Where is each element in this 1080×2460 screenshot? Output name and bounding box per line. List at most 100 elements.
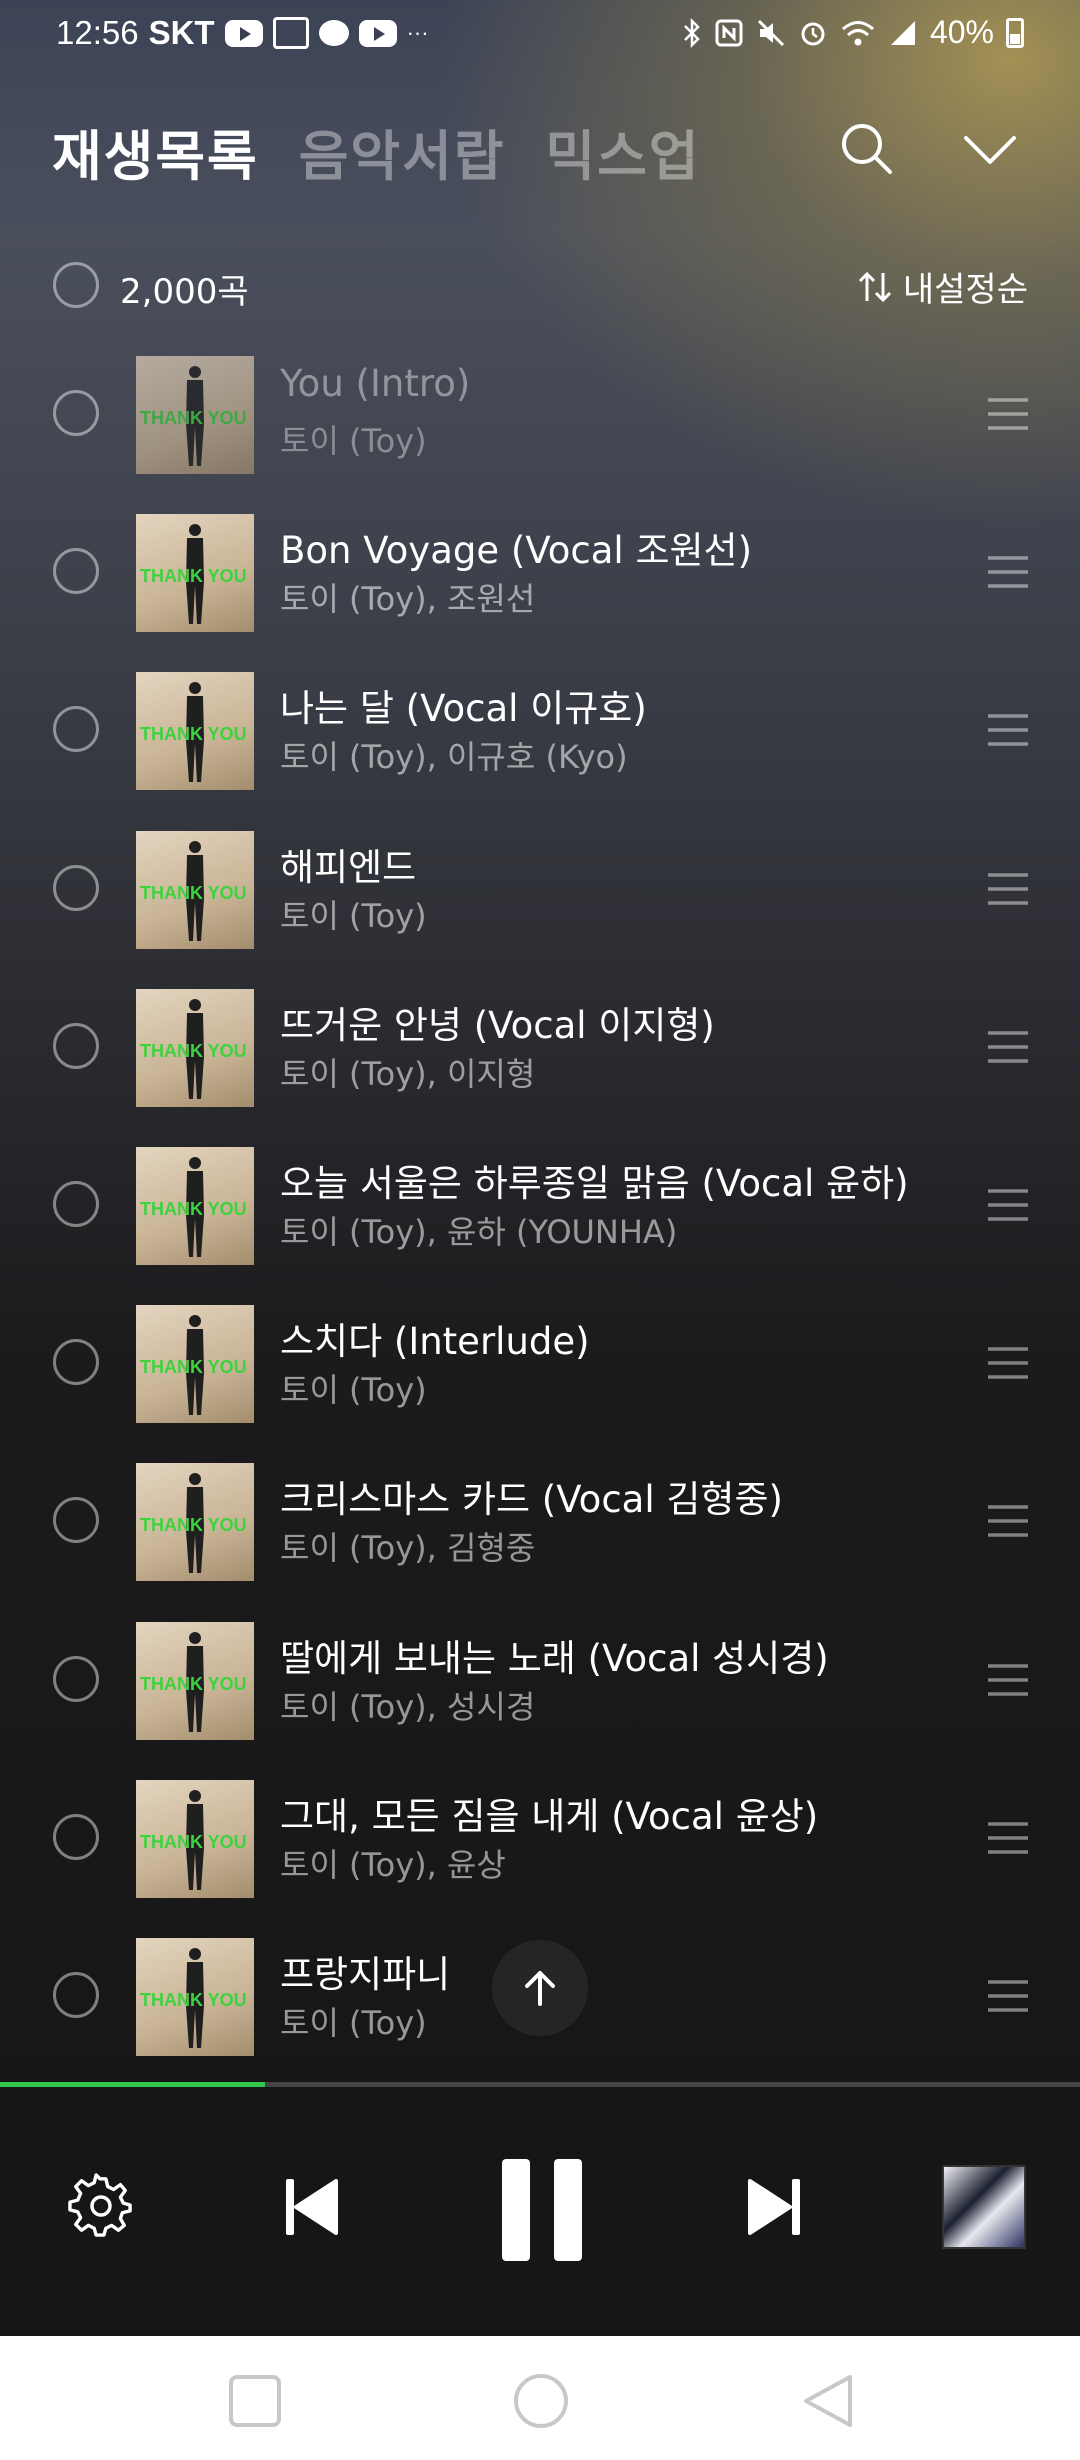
drag-handle-icon[interactable]: [986, 1345, 1030, 1381]
header-tabs: 재생목록 음악서랍 믹스업: [52, 112, 701, 191]
drag-handle-icon[interactable]: [986, 396, 1030, 432]
select-all-checkbox[interactable]: [53, 262, 99, 308]
track-row[interactable]: THANK YOU 크리스마스 카드 (Vocal 김형중) 토이 (Toy), 김…: [0, 1441, 1080, 1599]
bluetooth-icon: [684, 17, 700, 48]
nfc-icon: [715, 19, 743, 46]
scroll-top-button[interactable]: [492, 1940, 588, 2036]
youtube-icon: [224, 19, 263, 47]
album-art-text: THANK YOU: [140, 1040, 247, 1061]
chevron-down-icon[interactable]: [960, 126, 1020, 174]
status-carrier: SKT: [148, 14, 215, 51]
track-row[interactable]: THANK YOU 뜨거운 안녕 (Vocal 이지형) 토이 (Toy), 이지형: [0, 967, 1080, 1125]
track-row[interactable]: THANK YOU Bon Voyage (Vocal 조원선) 토이 (Toy),…: [0, 492, 1080, 650]
track-artist: 토이 (Toy), 윤상: [280, 1845, 506, 1884]
vpn-icon: [272, 17, 309, 49]
album-art-text: THANK YOU: [140, 1831, 247, 1852]
search-icon[interactable]: [836, 118, 896, 178]
drag-handle-icon[interactable]: [986, 1978, 1030, 2014]
signal-icon: [890, 20, 915, 45]
track-artist: 토이 (Toy), 이지형: [280, 1054, 536, 1093]
track-artist: 토이 (Toy): [280, 422, 427, 460]
track-title: 그대, 모든 짐을 내게 (Vocal 윤상): [280, 1794, 819, 1838]
now-playing-album-art[interactable]: [942, 2165, 1026, 2249]
album-art: THANK YOU: [136, 514, 254, 633]
track-row[interactable]: THANK YOU 딸에게 보내는 노래 (Vocal 성시경) 토이 (Toy),…: [0, 1600, 1080, 1758]
recent-apps-icon[interactable]: [228, 2374, 282, 2428]
drag-handle-icon[interactable]: [986, 1187, 1030, 1223]
track-checkbox[interactable]: [53, 1813, 99, 1860]
track-title: 나는 달 (Vocal 이규호): [280, 687, 647, 731]
skip-previous-icon[interactable]: [282, 2175, 342, 2239]
tab-music-drawer[interactable]: 음악서랍: [299, 112, 506, 191]
track-row[interactable]: THANK YOU You (Intro) 토이 (Toy): [0, 334, 1080, 492]
track-checkbox[interactable]: [53, 864, 99, 911]
track-row[interactable]: THANK YOU 해피엔드 토이 (Toy): [0, 809, 1080, 967]
drag-handle-icon[interactable]: [986, 1029, 1030, 1065]
album-art-text: THANK YOU: [140, 882, 247, 903]
drag-handle-icon[interactable]: [986, 712, 1030, 748]
drag-handle-icon[interactable]: [986, 554, 1030, 590]
track-artist: 토이 (Toy), 조원선: [280, 580, 536, 619]
track-title: 딸에게 보내는 노래 (Vocal 성시경): [280, 1636, 829, 1680]
status-right: 40%: [682, 14, 1024, 51]
album-art-text: THANK YOU: [140, 408, 247, 428]
track-row[interactable]: THANK YOU 스치다 (Interlude) 토이 (Toy): [0, 1283, 1080, 1441]
skip-next-icon[interactable]: [744, 2175, 804, 2239]
track-title: 프랑지파니: [280, 1953, 451, 1996]
track-checkbox[interactable]: [53, 706, 99, 753]
music-app: 12:56 SKT ··· 40% 재생목록 음악서랍 믹스업 2,000곡 내…: [0, 0, 1080, 2336]
album-art: THANK YOU: [136, 1938, 254, 2056]
system-nav-bar: [0, 2336, 1080, 2460]
album-art-text: THANK YOU: [140, 566, 247, 587]
tab-mixup[interactable]: 믹스업: [545, 112, 700, 191]
track-title: You (Intro): [280, 362, 471, 405]
track-checkbox[interactable]: [53, 1655, 99, 1702]
track-artist: 토이 (Toy): [280, 1371, 427, 1410]
album-art: THANK YOU: [136, 1147, 254, 1265]
track-checkbox[interactable]: [53, 548, 99, 595]
album-art: THANK YOU: [136, 1463, 254, 1582]
status-bar: 12:56 SKT ··· 40%: [0, 0, 1080, 76]
drag-handle-icon[interactable]: [986, 1503, 1030, 1539]
tab-playlist[interactable]: 재생목록: [52, 112, 259, 191]
pause-icon[interactable]: [500, 2157, 584, 2263]
messenger-icon: [318, 20, 349, 46]
track-artist: 토이 (Toy): [280, 2004, 427, 2042]
battery-percent: 40%: [929, 14, 994, 50]
album-art-text: THANK YOU: [140, 724, 247, 745]
home-icon[interactable]: [512, 2372, 570, 2430]
track-row[interactable]: THANK YOU 오늘 서울은 하루종일 맑음 (Vocal 윤하) 토이 (To…: [0, 1125, 1080, 1283]
track-row[interactable]: THANK YOU 그대, 모든 짐을 내게 (Vocal 윤상) 토이 (Toy)…: [0, 1758, 1080, 1916]
track-artist: 토이 (Toy), 이규호 (Kyo): [280, 738, 628, 777]
gear-icon[interactable]: [68, 2173, 134, 2239]
drag-handle-icon[interactable]: [986, 871, 1030, 907]
album-art-text: THANK YOU: [140, 1673, 247, 1694]
sort-button[interactable]: 내설정순: [857, 262, 1028, 311]
track-checkbox[interactable]: [53, 1181, 99, 1227]
track-checkbox[interactable]: [53, 1972, 99, 2018]
album-art: THANK YOU: [136, 356, 254, 474]
status-time: 12:56: [56, 14, 139, 51]
album-art: THANK YOU: [136, 1779, 254, 1898]
track-checkbox[interactable]: [53, 1339, 99, 1386]
list-header: 2,000곡 내설정순: [0, 258, 1080, 328]
track-title: 크리스마스 카드 (Vocal 김형중): [280, 1478, 783, 1522]
track-checkbox[interactable]: [53, 1497, 99, 1544]
track-title: 스치다 (Interlude): [280, 1320, 590, 1364]
track-artist: 토이 (Toy), 윤하 (YOUNHA): [280, 1213, 678, 1251]
album-art-text: THANK YOU: [140, 1990, 247, 2010]
arrow-up-icon: [525, 1971, 555, 2006]
mute-icon: [757, 19, 785, 46]
track-count: 2,000곡: [120, 272, 249, 312]
track-checkbox[interactable]: [53, 390, 99, 436]
battery-icon: [1006, 17, 1024, 48]
drag-handle-icon[interactable]: [986, 1820, 1030, 1856]
track-row[interactable]: THANK YOU 나는 달 (Vocal 이규호) 토이 (Toy), 이규호 (…: [0, 650, 1080, 808]
sort-label: 내설정순: [902, 270, 1028, 310]
track-title: 오늘 서울은 하루종일 맑음 (Vocal 윤하): [280, 1162, 909, 1205]
album-art-text: THANK YOU: [140, 1199, 247, 1219]
track-checkbox[interactable]: [53, 1022, 99, 1069]
sort-arrows-icon: [858, 271, 891, 302]
back-icon[interactable]: [800, 2372, 856, 2430]
drag-handle-icon[interactable]: [986, 1662, 1030, 1698]
